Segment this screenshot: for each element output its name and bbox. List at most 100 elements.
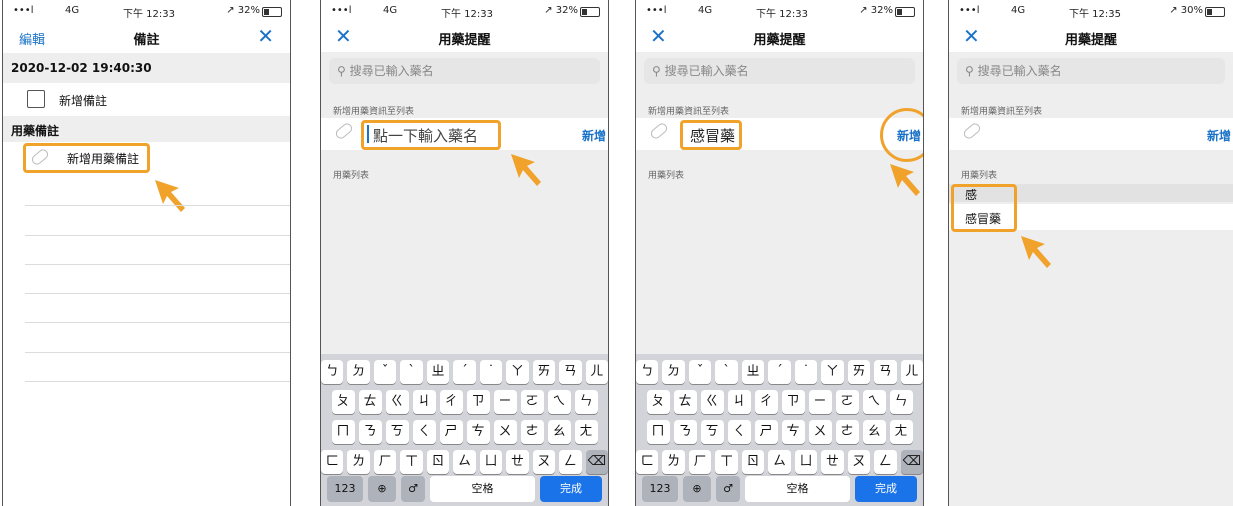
key[interactable]: ㄘ bbox=[781, 420, 805, 444]
key[interactable]: ㄇ bbox=[331, 420, 355, 444]
key[interactable]: ㄟ bbox=[547, 390, 571, 414]
key[interactable]: ˋ bbox=[400, 360, 423, 384]
key[interactable]: ㄗ bbox=[466, 390, 490, 414]
key[interactable]: ㄊ bbox=[673, 390, 697, 414]
key[interactable]: ㄦ bbox=[900, 360, 923, 384]
done-key[interactable]: 完成 bbox=[540, 476, 602, 502]
key[interactable]: ㄨ bbox=[808, 420, 832, 444]
key[interactable]: ㄎ bbox=[385, 420, 409, 444]
key[interactable]: ㄔ bbox=[439, 390, 463, 414]
backspace-icon[interactable]: ⌫ bbox=[585, 450, 608, 474]
key[interactable]: ㄑ bbox=[412, 420, 436, 444]
key[interactable]: ㄎ bbox=[700, 420, 724, 444]
done-key[interactable]: 完成 bbox=[855, 476, 917, 502]
key[interactable]: ˙ bbox=[794, 360, 818, 384]
key[interactable]: ㄙ bbox=[453, 450, 476, 474]
key[interactable]: ˋ bbox=[715, 360, 738, 384]
key[interactable]: ㄥ bbox=[559, 450, 582, 474]
key[interactable]: ㄔ bbox=[754, 390, 778, 414]
key[interactable]: ㄚ bbox=[821, 360, 844, 384]
key[interactable]: ㄍ bbox=[385, 390, 409, 414]
key[interactable]: ㄦ bbox=[585, 360, 608, 384]
key[interactable]: ㄞ bbox=[532, 360, 556, 384]
key[interactable]: ㄛ bbox=[835, 390, 859, 414]
key[interactable]: ㄠ bbox=[862, 420, 886, 444]
key[interactable]: ㄤ bbox=[574, 420, 598, 444]
key[interactable]: ㄏ bbox=[373, 450, 397, 474]
key[interactable]: ㄈ bbox=[321, 450, 344, 474]
key[interactable]: ㄟ bbox=[862, 390, 886, 414]
key[interactable]: ㄒ bbox=[715, 450, 738, 474]
key[interactable]: ㄒ bbox=[400, 450, 423, 474]
key[interactable]: ㄡ bbox=[847, 450, 871, 474]
key[interactable]: ㄑ bbox=[727, 420, 751, 444]
key[interactable]: ㄚ bbox=[506, 360, 529, 384]
key[interactable]: ㄗ bbox=[781, 390, 805, 414]
key[interactable]: ㄧ bbox=[808, 390, 832, 414]
key[interactable]: ㄖ bbox=[426, 450, 450, 474]
key[interactable]: ㄩ bbox=[479, 450, 503, 474]
key[interactable]: ㄣ bbox=[574, 390, 598, 414]
key[interactable]: ㄩ bbox=[794, 450, 818, 474]
key[interactable]: ㄏ bbox=[688, 450, 712, 474]
key[interactable]: ㄢ bbox=[874, 360, 897, 384]
key[interactable]: ㄕ bbox=[439, 420, 463, 444]
key[interactable]: ㄓ bbox=[426, 360, 450, 384]
key[interactable]: ˇ bbox=[688, 360, 712, 384]
key[interactable]: ㄅ bbox=[321, 360, 344, 384]
key[interactable]: ㄘ bbox=[466, 420, 490, 444]
key[interactable]: ㄈ bbox=[636, 450, 659, 474]
close-icon[interactable]: ✕ bbox=[257, 26, 274, 46]
add-button[interactable]: 新增 bbox=[582, 127, 606, 144]
globe-icon[interactable]: ⊕ bbox=[368, 476, 396, 502]
key[interactable]: ㄛ bbox=[520, 390, 544, 414]
key[interactable]: ㄉ bbox=[662, 360, 685, 384]
add-note-row[interactable]: 新增備註 bbox=[3, 84, 290, 114]
add-button[interactable]: 新增 bbox=[1207, 127, 1231, 144]
key[interactable]: ㄣ bbox=[889, 390, 913, 414]
space-key[interactable]: 空格 bbox=[745, 476, 850, 502]
key[interactable]: ˊ bbox=[453, 360, 476, 384]
key[interactable]: ㄨ bbox=[493, 420, 517, 444]
key[interactable]: ㄙ bbox=[768, 450, 791, 474]
key[interactable]: ㄠ bbox=[547, 420, 571, 444]
key[interactable]: ㄋ bbox=[673, 420, 697, 444]
key[interactable]: ㄧ bbox=[493, 390, 517, 414]
key[interactable]: ㄡ bbox=[532, 450, 556, 474]
key[interactable]: ㄢ bbox=[559, 360, 582, 384]
search-input[interactable]: ⚲ 搜尋已輸入藥名 bbox=[329, 58, 600, 84]
key[interactable]: ㄌ bbox=[347, 450, 370, 474]
backspace-icon[interactable]: ⌫ bbox=[900, 450, 923, 474]
key[interactable]: ㄜ bbox=[520, 420, 544, 444]
key[interactable]: ㄝ bbox=[506, 450, 529, 474]
key[interactable]: ㄐ bbox=[412, 390, 436, 414]
key[interactable]: ㄝ bbox=[821, 450, 844, 474]
numbers-key[interactable]: 123 bbox=[642, 476, 678, 502]
key[interactable]: ˙ bbox=[479, 360, 503, 384]
key[interactable]: ㄌ bbox=[662, 450, 685, 474]
key[interactable]: ㄉ bbox=[347, 360, 370, 384]
key[interactable]: ㄇ bbox=[646, 420, 670, 444]
key[interactable]: ㄍ bbox=[700, 390, 724, 414]
globe-icon[interactable]: ⊕ bbox=[683, 476, 711, 502]
numbers-key[interactable]: 123 bbox=[327, 476, 363, 502]
key[interactable]: ˇ bbox=[373, 360, 397, 384]
key[interactable]: ㄥ bbox=[874, 450, 897, 474]
key[interactable]: ㄤ bbox=[889, 420, 913, 444]
key[interactable]: ㄜ bbox=[835, 420, 859, 444]
key[interactable]: ㄐ bbox=[727, 390, 751, 414]
search-input[interactable]: ⚲ 搜尋已輸入藥名 bbox=[957, 58, 1225, 84]
mic-icon[interactable]: ♂ bbox=[716, 476, 740, 502]
key[interactable]: ㄕ bbox=[754, 420, 778, 444]
key[interactable]: ㄞ bbox=[847, 360, 871, 384]
key[interactable]: ˊ bbox=[768, 360, 791, 384]
key[interactable]: ㄅ bbox=[636, 360, 659, 384]
key[interactable]: ㄋ bbox=[358, 420, 382, 444]
key[interactable]: ㄆ bbox=[331, 390, 355, 414]
key[interactable]: ㄊ bbox=[358, 390, 382, 414]
space-key[interactable]: 空格 bbox=[430, 476, 535, 502]
key[interactable]: ㄓ bbox=[741, 360, 765, 384]
key[interactable]: ㄆ bbox=[646, 390, 670, 414]
mic-icon[interactable]: ♂ bbox=[401, 476, 425, 502]
key[interactable]: ㄖ bbox=[741, 450, 765, 474]
